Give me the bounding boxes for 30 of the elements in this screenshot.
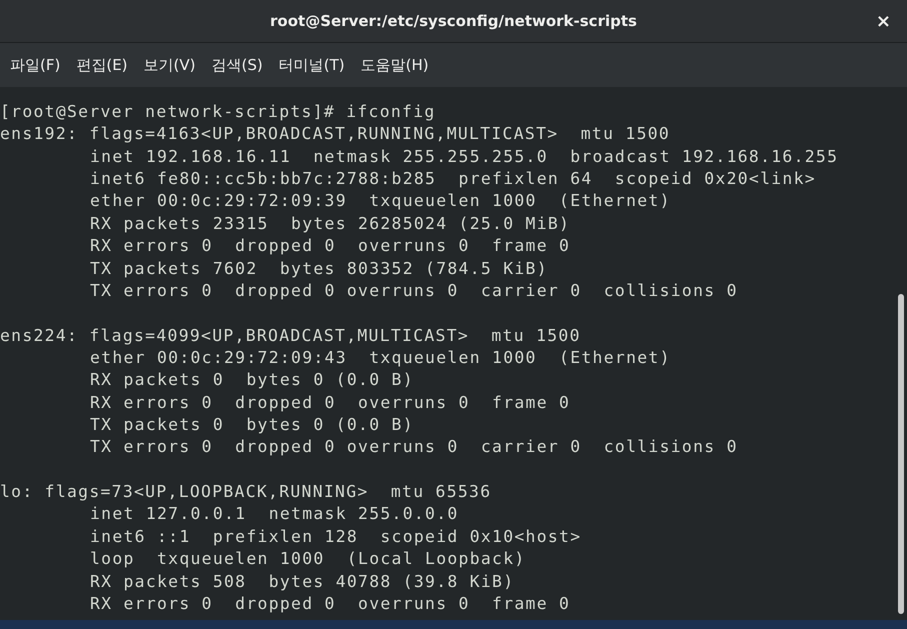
terminal-line: ether 00:0c:29:72:09:39 txqueuelen 1000 (Ethernet)	[89, 190, 672, 212]
terminal-line: lo: flags=73<UP,LOOPBACK,RUNNING> mtu 65536	[0, 481, 492, 504]
terminal-line: TX packets 0 bytes 0 (0.0 B)	[89, 414, 415, 436]
terminal-line: RX packets 23315 bytes 26285024 (25.0 MiB)	[89, 212, 572, 235]
terminal-line: ens192: flags=4163<UP,BROADCAST,RUNNING,MULTICAST> mtu 1500	[0, 123, 672, 146]
menu-item[interactable]: 터미널(T)	[270, 52, 353, 78]
menu-item[interactable]: 도움말(H)	[352, 52, 437, 78]
menu-item[interactable]: 파일(F)	[2, 52, 68, 78]
menu-item[interactable]: 편집(E)	[68, 52, 136, 78]
window-title: root@Server:/etc/sysconfig/network-scripts	[270, 12, 637, 30]
terminal-line: ens224: flags=4099<UP,BROADCAST,MULTICAST> mtu 1500	[0, 324, 582, 347]
terminal-line: TX errors 0 dropped 0 overruns 0 carrier 0 collisions 0	[89, 280, 739, 302]
terminal-line: RX errors 0 dropped 0 overruns 0 frame 0	[89, 235, 572, 258]
terminal-line: RX errors 0 dropped 0 overruns 0 frame 0	[89, 392, 572, 414]
terminal-line: RX packets 0 bytes 0 (0.0 B)	[89, 369, 415, 392]
terminal-line: TX packets 7602 bytes 803352 (784.5 KiB)	[89, 258, 549, 280]
terminal-line: loop txqueuelen 1000 (Local Loopback)	[89, 548, 527, 570]
terminal-line: inet6 fe80::cc5b:bb7c:2788:b285 prefixlen 64 scopeid 0x20<link>	[89, 168, 817, 190]
terminal-line: RX errors 0 dropped 0 overruns 0 frame 0	[89, 592, 572, 615]
terminal-line: TX errors 0 dropped 0 overruns 0 carrier 0 collisions 0	[89, 436, 739, 458]
terminal-line: inet 127.0.0.1 netmask 255.0.0.0	[89, 503, 460, 526]
terminal-line: [root@Server network-scripts]# ifconfig	[0, 101, 437, 123]
menu-item[interactable]: 보기(V)	[136, 52, 204, 78]
terminal-line: RX packets 508 bytes 40788 (39.8 KiB)	[89, 570, 516, 593]
close-button[interactable]: ×	[872, 9, 895, 34]
terminal-line: inet6 ::1 prefixlen 128 scopeid 0x10<host>	[89, 526, 582, 548]
menu-item[interactable]: 검색(S)	[204, 52, 271, 78]
terminal-line: inet 192.168.16.11 netmask 255.255.255.0 broadcast 192.168.16.255	[89, 146, 840, 168]
terminal-line: ether 00:0c:29:72:09:43 txqueuelen 1000 (Ethernet)	[89, 346, 672, 369]
scrollbar-thumb[interactable]	[898, 294, 904, 614]
